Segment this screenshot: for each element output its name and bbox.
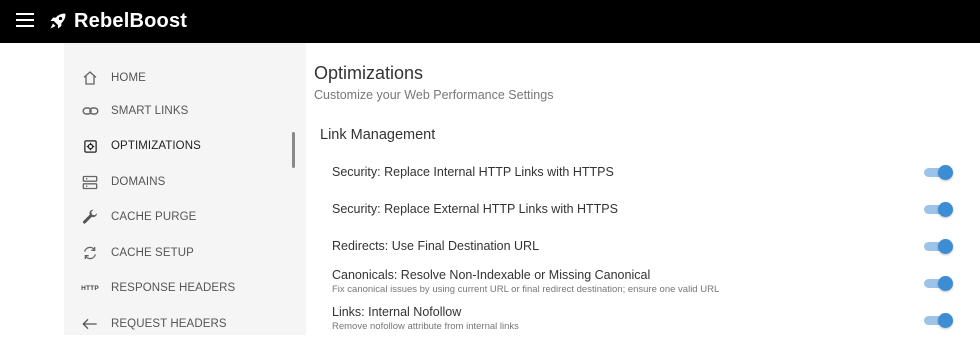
logo[interactable]: RebelBoost: [48, 8, 187, 34]
rocket-icon: [50, 13, 66, 29]
toggle-switch[interactable]: [924, 313, 953, 328]
toggle-switch[interactable]: [924, 276, 953, 291]
toggle-knob: [938, 239, 953, 254]
toggle-knob: [938, 202, 953, 217]
sidebar-item-response-headers[interactable]: HTTP RESPONSE HEADERS: [64, 271, 294, 305]
sidebar-nav: HOME SMART LINKS OPTIMIZATIONS DOMAINS C…: [64, 43, 306, 335]
sidebar-item-label: SMART LINKS: [111, 105, 189, 117]
gear-icon: [81, 137, 99, 155]
sidebar-item-label: CACHE PURGE: [111, 211, 197, 223]
app-name: RebelBoost: [74, 9, 188, 32]
http-icon-text: HTTP: [81, 284, 99, 292]
page-subtitle: Customize your Web Performance Settings: [314, 88, 554, 102]
sidebar-item-optimizations[interactable]: OPTIMIZATIONS: [64, 129, 294, 163]
setting-label: Security: Replace Internal HTTP Links wi…: [332, 165, 614, 179]
http-icon: HTTP: [81, 279, 99, 297]
toggle-knob: [938, 276, 953, 291]
sidebar-item-domains[interactable]: DOMAINS: [64, 165, 294, 199]
server-icon: [81, 173, 99, 191]
toggle-switch[interactable]: [924, 239, 953, 254]
setting-label: Canonicals: Resolve Non-Indexable or Mis…: [332, 268, 651, 282]
setting-description: Fix canonical issues by using current UR…: [332, 284, 720, 295]
setting-row: Security: Replace Internal HTTP Links wi…: [332, 165, 972, 179]
main-content: Optimizations Customize your Web Perform…: [306, 43, 980, 335]
setting-label: Links: Internal Nofollow: [332, 305, 462, 319]
setting-row: Security: Replace External HTTP Links wi…: [332, 202, 972, 216]
toggle-knob: [938, 313, 953, 328]
home-icon: [81, 69, 99, 87]
link-icon: [81, 102, 99, 120]
sidebar-item-request-headers[interactable]: REQUEST HEADERS: [64, 307, 294, 341]
page-title: Optimizations: [314, 63, 424, 83]
setting-label: Redirects: Use Final Destination URL: [332, 239, 540, 253]
wrench-icon: [81, 208, 99, 226]
setting-row: Redirects: Use Final Destination URL: [332, 239, 972, 253]
refresh-icon: [81, 244, 99, 262]
top-app-bar: RebelBoost: [0, 0, 980, 43]
setting-description: Remove nofollow attribute from internal …: [332, 321, 519, 332]
toggle-switch[interactable]: [924, 165, 953, 180]
setting-row: Links: Internal Nofollow Remove nofollow…: [332, 305, 972, 332]
sidebar-item-cache-setup[interactable]: CACHE SETUP: [64, 236, 294, 270]
section-title: Link Management: [320, 127, 436, 143]
setting-label: Security: Replace External HTTP Links wi…: [332, 202, 618, 216]
sidebar-scrollbar[interactable]: [292, 132, 295, 168]
sidebar-item-label: RESPONSE HEADERS: [111, 282, 236, 294]
sidebar-item-cache-purge[interactable]: CACHE PURGE: [64, 200, 294, 234]
sidebar-item-smart-links[interactable]: SMART LINKS: [64, 94, 294, 128]
sidebar-item-label: HOME: [111, 72, 146, 84]
setting-row: Canonicals: Resolve Non-Indexable or Mis…: [332, 268, 972, 295]
toggle-switch[interactable]: [924, 202, 953, 217]
sidebar-item-home[interactable]: HOME: [64, 61, 294, 95]
sidebar-item-label: CACHE SETUP: [111, 247, 194, 259]
sidebar-item-label: REQUEST HEADERS: [111, 318, 227, 330]
hamburger-menu-icon[interactable]: [16, 13, 34, 29]
sidebar-item-label: DOMAINS: [111, 176, 166, 188]
sidebar-item-label: OPTIMIZATIONS: [111, 140, 201, 152]
arrow-left-icon: [81, 315, 99, 333]
toggle-knob: [938, 165, 953, 180]
